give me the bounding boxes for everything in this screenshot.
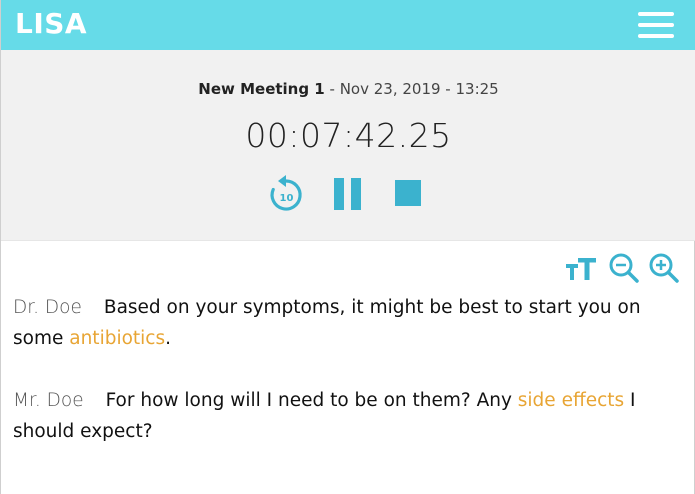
transcript-entry: Dr. Doe Based on your symptoms, it might … <box>13 292 685 354</box>
menu-icon-bar-2 <box>638 23 674 27</box>
highlighted-keyword[interactable]: antibiotics <box>69 328 165 349</box>
menu-button[interactable] <box>638 11 674 39</box>
speaker-name: Dr. Doe <box>13 297 82 318</box>
highlighted-keyword[interactable]: side effects <box>518 390 624 411</box>
zoom-in-button[interactable] <box>648 252 680 284</box>
menu-icon-bar-3 <box>638 34 674 38</box>
zoom-out-button[interactable] <box>608 252 640 284</box>
text-size-icon <box>566 258 596 280</box>
pause-icon-bar-left <box>334 178 344 210</box>
zoom-in-icon <box>649 253 679 283</box>
meeting-name: New Meeting 1 <box>198 80 325 98</box>
top-bar: LISA <box>1 0 695 50</box>
app-title: LISA <box>15 7 88 40</box>
speaker-name: Mr. Doe <box>13 390 84 411</box>
recording-timer: 00:07:42.25 <box>245 116 452 155</box>
meeting-info: New Meeting 1 - Nov 23, 2019 - 13:25 <box>1 80 695 98</box>
recorder-panel: New Meeting 1 - Nov 23, 2019 - 13:25 00:… <box>1 50 695 241</box>
rewind-10-icon: 10 <box>270 175 302 211</box>
rewind-10-button[interactable]: 10 <box>267 174 305 214</box>
meeting-date-time: - Nov 23, 2019 - 13:25 <box>324 80 499 98</box>
transcript-toolbar <box>564 252 684 284</box>
stop-button[interactable] <box>395 180 421 206</box>
app-frame: LISA New Meeting 1 - Nov 23, 2019 - 13:2… <box>0 0 695 494</box>
utterance-text-end: . <box>165 328 172 349</box>
playback-controls: 10 <box>1 174 695 214</box>
pause-icon-bar-right <box>351 178 361 210</box>
menu-icon-bar-1 <box>638 12 674 16</box>
pause-button[interactable] <box>334 178 362 210</box>
utterance-text: For how long will I need to be on them? … <box>105 390 518 411</box>
transcript-entry: Mr. Doe For how long will I need to be on… <box>13 385 685 447</box>
zoom-out-icon <box>609 253 639 283</box>
text-size-button[interactable] <box>564 252 596 284</box>
rewind-seconds-label: 10 <box>280 193 294 204</box>
transcript: Dr. Doe Based on your symptoms, it might … <box>13 292 685 478</box>
